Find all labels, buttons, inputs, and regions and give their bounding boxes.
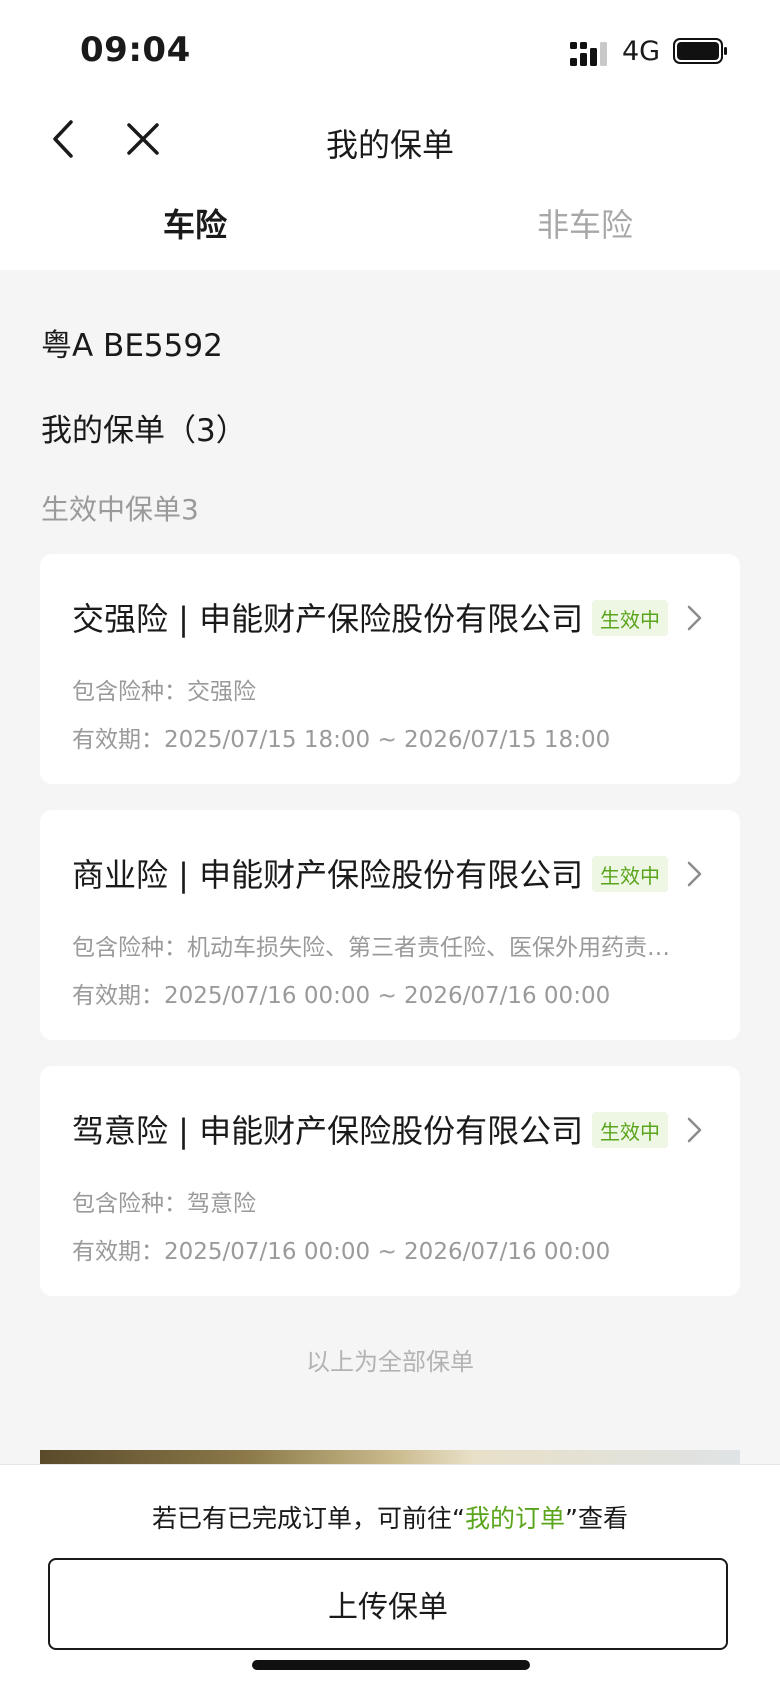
page-title: 我的保单 <box>325 126 454 164</box>
status-badge: 生效中 <box>592 856 668 892</box>
hint-prefix: 若已有已完成订单，可前往“ <box>152 1504 465 1533</box>
tab-car-insurance[interactable]: 车险 <box>95 200 295 246</box>
policy-validity: 有效期：2025/07/16 00:00 ~ 2026/07/16 00:00 <box>72 1239 611 1265</box>
all-policies-note: 以上为全部保单 <box>306 1348 474 1376</box>
network-type: 4G <box>622 36 661 67</box>
policy-card[interactable]: 驾意险 | 申能财产保险股份有限公司 生效中 包含险种：驾意险 有效期：2025… <box>40 1066 740 1296</box>
policy-coverage: 包含险种：交强险 <box>72 679 256 705</box>
policy-title: 驾意险 | 申能财产保险股份有限公司 <box>72 1112 584 1150</box>
section-title: 我的保单（3） <box>41 413 247 449</box>
active-policy-count: 生效中保单3 <box>41 493 199 526</box>
status-badge: 生效中 <box>592 1112 668 1148</box>
policy-title: 商业险 | 申能财产保险股份有限公司 <box>72 856 584 894</box>
policy-validity: 有效期：2025/07/16 00:00 ~ 2026/07/16 00:00 <box>72 983 611 1009</box>
my-orders-link[interactable]: 我的订单 <box>465 1504 565 1533</box>
battery-icon <box>673 38 727 64</box>
chevron-right-icon <box>687 1117 702 1143</box>
status-bar: 09:04 4G <box>0 0 780 100</box>
tab-non-car-insurance[interactable]: 非车险 <box>485 200 685 246</box>
policy-coverage: 包含险种：驾意险 <box>72 1191 256 1217</box>
tab-bar: 车险 非车险 <box>0 190 780 260</box>
home-indicator <box>252 1660 530 1670</box>
policy-coverage: 包含险种：机动车损失险、第三者责任险、医保外用药责… <box>72 935 670 961</box>
chevron-right-icon <box>687 605 702 631</box>
policy-title: 交强险 | 申能财产保险股份有限公司 <box>72 600 584 638</box>
status-time: 09:04 <box>80 30 191 70</box>
signal-icon <box>570 42 607 66</box>
bottom-action-panel: 若已有已完成订单，可前往“我的订单”查看 上传保单 <box>0 1464 780 1689</box>
policy-card[interactable]: 商业险 | 申能财产保险股份有限公司 生效中 包含险种：机动车损失险、第三者责任… <box>40 810 740 1040</box>
upload-policy-button[interactable]: 上传保单 <box>48 1558 728 1650</box>
chevron-right-icon <box>687 861 702 887</box>
policy-card[interactable]: 交强险 | 申能财产保险股份有限公司 生效中 包含险种：交强险 有效期：2025… <box>40 554 740 784</box>
status-badge: 生效中 <box>592 600 668 636</box>
orders-hint: 若已有已完成订单，可前往“我的订单”查看 <box>0 1499 780 1535</box>
navigation-bar: 我的保单 <box>0 100 780 180</box>
policy-validity: 有效期：2025/07/15 18:00 ~ 2026/07/15 18:00 <box>72 727 611 753</box>
plate-number: 粤A BE5592 <box>41 328 223 364</box>
hint-suffix: ”查看 <box>565 1504 628 1533</box>
